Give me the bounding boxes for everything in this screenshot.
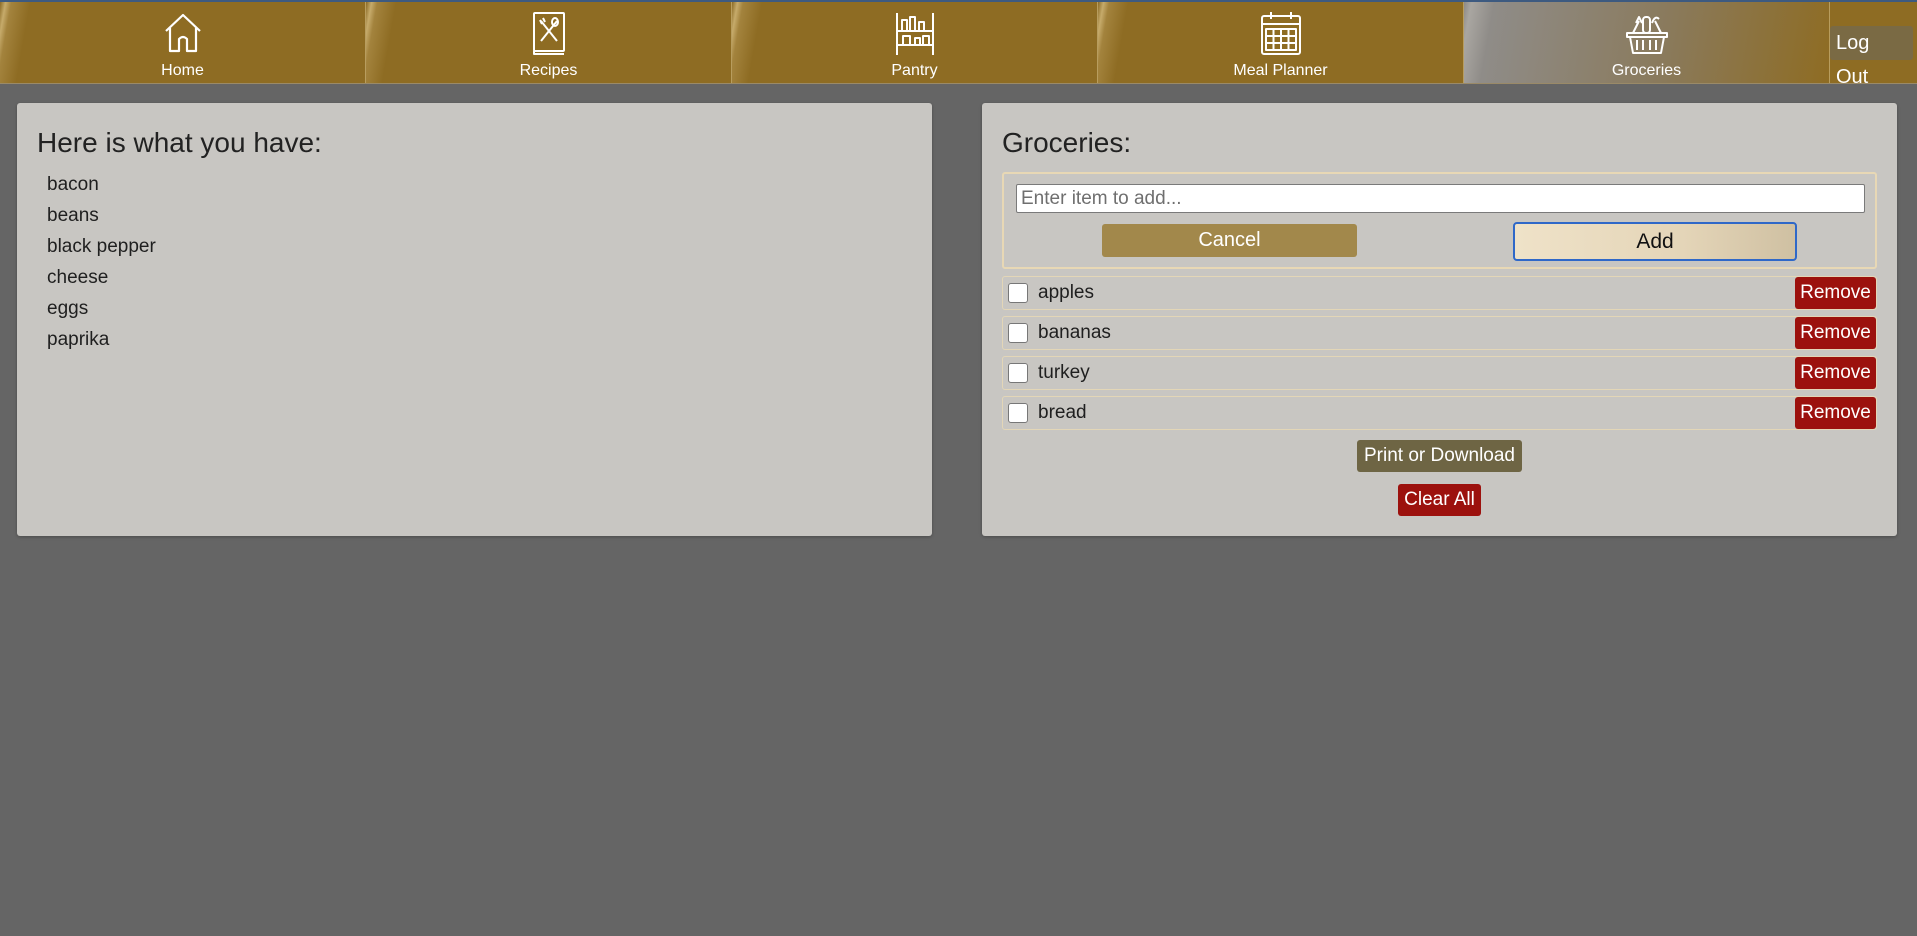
remove-button[interactable]: Remove [1795, 317, 1876, 349]
add-button[interactable]: Add [1513, 222, 1797, 261]
nav-label-recipes: Recipes [519, 62, 578, 79]
grocery-item-name: turkey [1038, 362, 1090, 383]
pantry-shelf-icon [891, 9, 939, 57]
pantry-title: Here is what you have: [37, 127, 322, 158]
groceries-panel: Groceries: Cancel Add apples Remove bana… [982, 103, 1897, 536]
grocery-checkbox[interactable] [1008, 403, 1028, 423]
nav-item-recipes[interactable]: Recipes [366, 2, 732, 83]
grocery-item-name: bananas [1038, 322, 1111, 343]
pantry-item: black pepper [47, 236, 156, 257]
grocery-row: turkey Remove [1002, 356, 1877, 390]
nav-item-meal-planner[interactable]: Meal Planner [1098, 2, 1464, 83]
cancel-button[interactable]: Cancel [1102, 224, 1357, 257]
remove-button[interactable]: Remove [1795, 397, 1876, 429]
nav-label-home: Home [161, 62, 204, 79]
grocery-checkbox[interactable] [1008, 323, 1028, 343]
nav-label-meal-planner: Meal Planner [1233, 62, 1328, 79]
add-item-input[interactable] [1016, 184, 1865, 213]
pantry-panel: Here is what you have: bacon beans black… [17, 103, 932, 536]
groceries-title: Groceries: [1002, 127, 1132, 158]
nav-spacer: Log Out [1830, 2, 1917, 88]
print-download-button[interactable]: Print or Download [1357, 440, 1522, 472]
grocery-row: bananas Remove [1002, 316, 1877, 350]
pantry-list: bacon beans black pepper cheese eggs pap… [47, 169, 156, 355]
pantry-item: eggs [47, 298, 89, 319]
logout-button[interactable]: Log Out [1830, 26, 1913, 88]
calendar-icon [1257, 9, 1305, 57]
nav-item-groceries[interactable]: Groceries [1464, 2, 1830, 83]
clear-all-button[interactable]: Clear All [1398, 484, 1481, 516]
pantry-item: beans [47, 205, 99, 226]
nav-item-pantry[interactable]: Pantry [732, 2, 1098, 83]
grocery-checkbox[interactable] [1008, 363, 1028, 383]
grocery-row: apples Remove [1002, 276, 1877, 310]
grocery-checkbox[interactable] [1008, 283, 1028, 303]
grocery-basket-icon [1623, 9, 1671, 57]
grocery-row: bread Remove [1002, 396, 1877, 430]
recipe-book-icon [525, 9, 573, 57]
house-icon [159, 9, 207, 57]
pantry-item: bacon [47, 174, 99, 195]
grocery-list: apples Remove bananas Remove turkey Remo… [1002, 276, 1877, 436]
remove-button[interactable]: Remove [1795, 357, 1876, 389]
top-nav-bar: Home Recipes Pantry Meal Planner Groceri… [0, 0, 1917, 88]
grocery-item-name: bread [1038, 402, 1087, 423]
grocery-item-name: apples [1038, 282, 1094, 303]
pantry-item: cheese [47, 267, 109, 288]
nav-label-pantry: Pantry [891, 62, 938, 79]
add-item-form: Cancel Add [1002, 172, 1877, 269]
remove-button[interactable]: Remove [1795, 277, 1876, 309]
nav-label-groceries: Groceries [1611, 62, 1682, 79]
nav-item-home[interactable]: Home [0, 2, 366, 83]
pantry-item: paprika [47, 329, 110, 350]
